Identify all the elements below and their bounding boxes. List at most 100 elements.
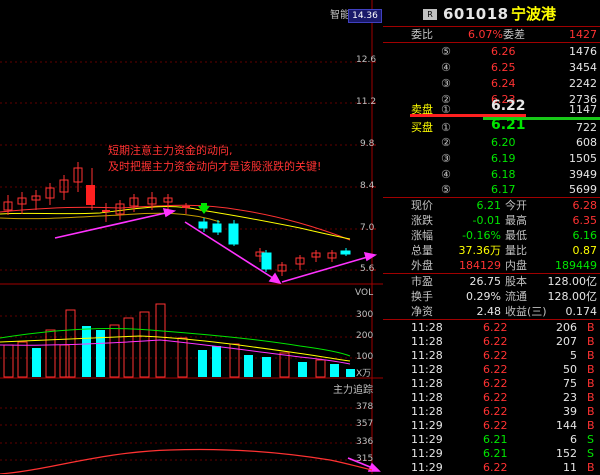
price-axis-label: 7.0 (360, 223, 375, 233)
fund-label: 股本 (505, 275, 527, 288)
tick-row[interactable]: 11:28 6.22 206 B (383, 320, 600, 335)
tick-price: 6.22 (483, 335, 508, 348)
tick-volume: 206 (556, 321, 577, 334)
fund-label: 市盈 (411, 275, 433, 288)
quote-label: 内盘 (505, 259, 527, 272)
tick-price: 6.21 (483, 447, 508, 460)
tick-volume: 6 (570, 433, 577, 446)
quote-label: 涨跌 (411, 214, 433, 227)
price-axis-label: 11.2 (356, 97, 377, 107)
tick-row[interactable]: 11:28 6.22 23 B (383, 390, 600, 405)
quote-row: 外盘 184129 内盘 189449 (383, 258, 600, 273)
fund-label: 收益(三) (505, 305, 547, 318)
tick-volume: 11 (563, 461, 577, 474)
quote-panel: R 601018 宁波港 委比 6.07% 委差 1427 ⑤ 6.26 147… (383, 0, 600, 474)
fundamental-row: 净资 2.48 收益(三) 0.174 (383, 304, 600, 319)
buy-level: ② (441, 136, 451, 149)
tick-side: B (587, 349, 595, 362)
quote-label: 外盘 (411, 259, 433, 272)
price-label-box: 14.36 (348, 9, 382, 23)
tick-row[interactable]: 11:28 6.22 50 B (383, 362, 600, 377)
buy1-level: ① (441, 121, 451, 134)
buy-price: 6.20 (491, 136, 516, 149)
tick-side: S (587, 447, 594, 460)
buy-price: 6.18 (491, 168, 516, 181)
tick-row[interactable]: 11:28 6.22 75 B (383, 376, 600, 391)
sell-price: 6.24 (491, 77, 516, 90)
buy-order-row: ④ 6.18 3949 (383, 167, 600, 182)
price-axis-label: 8.4 (360, 181, 375, 191)
tick-side: B (587, 405, 595, 418)
tick-row[interactable]: 11:28 6.22 5 B (383, 348, 600, 363)
tick-row[interactable]: 11:29 6.21 152 S (383, 446, 600, 461)
buy-price: 6.19 (491, 152, 516, 165)
tick-price: 6.22 (483, 405, 508, 418)
order-ratio-label: 委比 (411, 28, 433, 41)
candles (3, 162, 351, 276)
sell-volume: 1476 (569, 45, 597, 58)
annotation-text-1: 短期注意主力资金的动向, (108, 144, 233, 157)
tick-side: S (587, 433, 594, 446)
sell-order-row: ③ 6.24 2242 (383, 76, 600, 91)
quote-label: 涨幅 (411, 229, 433, 242)
quote-label: 最低 (505, 229, 527, 242)
quote-value: 6.35 (572, 214, 598, 227)
order-diff-value: 1427 (569, 28, 597, 41)
tick-time: 11:29 (411, 461, 443, 474)
quote-value: 37.36万 (458, 244, 502, 257)
quote-row: 涨跌 -0.01 最高 6.35 (383, 213, 600, 228)
buy1-label: 买盘 (411, 121, 433, 134)
annotation-text-2: 及时把握主力资金动向才是该股涨跌的关键! (108, 160, 322, 173)
sell1-price: 6.22 (491, 98, 526, 114)
candle-big-red (86, 185, 95, 205)
quote-value: 6.21 (476, 199, 502, 212)
tick-side: B (587, 391, 595, 404)
tick-row[interactable]: 11:29 6.21 6 S (383, 432, 600, 447)
quote-label: 量比 (505, 244, 527, 257)
tick-row[interactable]: 11:29 6.22 144 B (383, 418, 600, 433)
main-track-curve (0, 448, 373, 474)
tick-time: 11:29 (411, 419, 443, 432)
tick-time: 11:29 (411, 447, 443, 460)
tick-time: 11:28 (411, 321, 443, 334)
buy-volume: 608 (576, 136, 597, 149)
quote-value: 6.16 (572, 229, 598, 242)
buy-volume: 5699 (569, 183, 597, 196)
tick-price: 6.22 (483, 363, 508, 376)
buy1-volume: 722 (576, 121, 597, 134)
price-axis-label: 5.6 (360, 264, 375, 274)
kline-chart-svg[interactable] (0, 0, 383, 474)
tick-side: B (587, 419, 595, 432)
vol-ma-yellow (0, 335, 351, 362)
buy1-price: 6.21 (491, 117, 526, 133)
tick-price: 6.22 (483, 349, 508, 362)
tick-time: 11:28 (411, 377, 443, 390)
buy-level: ④ (441, 168, 451, 181)
tick-volume: 5 (570, 349, 577, 362)
quote-label: 最高 (505, 214, 527, 227)
tick-row[interactable]: 11:29 6.22 11 B (383, 460, 600, 475)
tick-volume: 75 (563, 377, 577, 390)
buy-order-row: ③ 6.19 1505 (383, 151, 600, 166)
tick-side: B (587, 461, 595, 474)
vol-unit-label: X万 (356, 369, 372, 379)
quote-row: 现价 6.21 今开 6.28 (383, 198, 600, 213)
tick-volume: 39 (563, 405, 577, 418)
axis-ticks (372, 61, 376, 271)
stock-title-bar: R 601018 宁波港 (383, 4, 600, 24)
track-axis-label: 357 (356, 419, 374, 429)
quote-value: -0.01 (472, 214, 501, 227)
kline-chart-area[interactable]: 智能辅助 14.36 12.6 11.2 9.8 8.4 7.0 5.6 短期注… (0, 0, 383, 474)
divider (383, 42, 600, 43)
tick-time: 11:29 (411, 433, 443, 446)
tick-row[interactable]: 11:28 6.22 39 B (383, 404, 600, 419)
vol-ma-magenta (0, 339, 351, 365)
quote-label: 今开 (505, 199, 527, 212)
tick-row[interactable]: 11:28 6.22 207 B (383, 334, 600, 349)
tick-price: 6.21 (483, 433, 508, 446)
tick-time: 11:28 (411, 335, 443, 348)
sell-price: 6.25 (491, 61, 516, 74)
quote-value: 189449 (555, 259, 597, 272)
tick-volume: 144 (556, 419, 577, 432)
quote-row: 涨幅 -0.16% 最低 6.16 (383, 228, 600, 243)
